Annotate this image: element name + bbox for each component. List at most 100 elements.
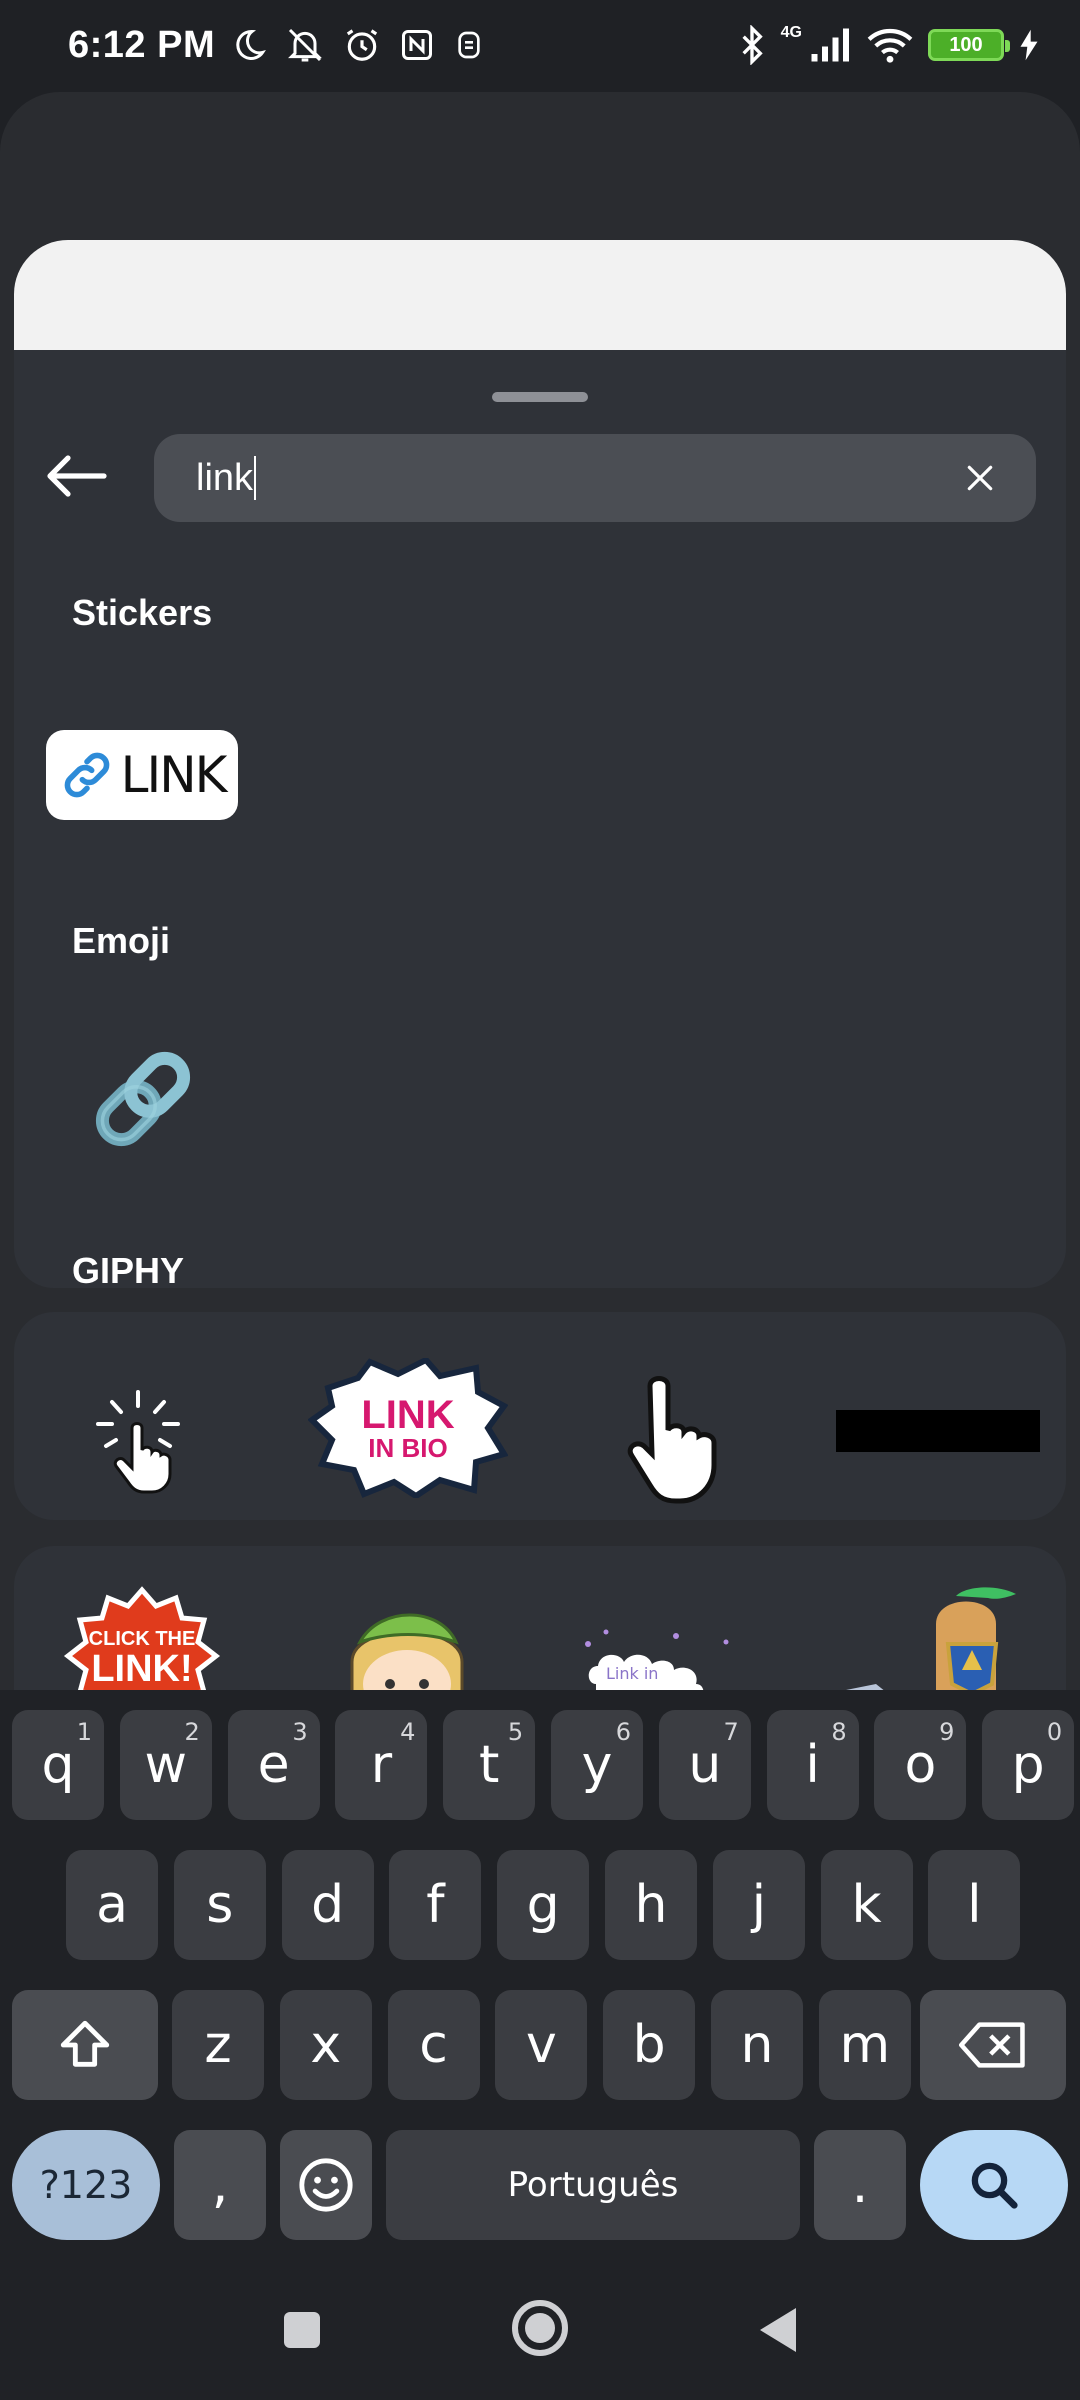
charging-icon	[1020, 29, 1038, 61]
key-s[interactable]: s	[173, 1850, 266, 1960]
backspace-key[interactable]	[920, 1990, 1066, 2100]
key-g[interactable]: g	[497, 1850, 590, 1960]
key-o[interactable]: o9	[874, 1710, 967, 1820]
key-v[interactable]: v	[495, 1990, 588, 2100]
link-in-cloud-gif[interactable]: Link in	[576, 1624, 756, 1690]
key-hint: 2	[184, 1718, 200, 1746]
link-sticker[interactable]: LINK	[46, 730, 238, 820]
home-button[interactable]	[508, 2296, 572, 2360]
key-e-label: e	[257, 1735, 290, 1795]
key-u[interactable]: u7	[658, 1710, 751, 1820]
key-i-label: i	[805, 1735, 820, 1795]
key-n-label: n	[740, 2015, 774, 2075]
space-key[interactable]: Português	[386, 2130, 800, 2240]
key-k[interactable]: k	[820, 1850, 913, 1960]
link-sticker-label: LINK	[120, 746, 228, 804]
space-key-label: Português	[507, 2165, 679, 2205]
back-arrow-icon	[47, 455, 107, 497]
home-circle-icon	[512, 2300, 568, 2356]
emoji-key[interactable]	[280, 2130, 372, 2240]
symbols-key[interactable]: ?123	[12, 2130, 160, 2240]
key-d[interactable]: d	[281, 1850, 374, 1960]
key-t-label: t	[478, 1735, 500, 1795]
key-i[interactable]: i8	[766, 1710, 859, 1820]
period-key[interactable]: .	[814, 2130, 906, 2240]
key-l-label: l	[967, 1875, 982, 1935]
link-emoji[interactable]	[84, 1040, 202, 1158]
recents-button[interactable]	[272, 2300, 332, 2360]
key-z-label: z	[204, 2015, 232, 2075]
back-button[interactable]	[40, 440, 112, 512]
key-p[interactable]: p0	[982, 1710, 1075, 1820]
key-a[interactable]: a	[66, 1850, 158, 1960]
key-hint: 6	[615, 1718, 631, 1746]
key-y[interactable]: y6	[551, 1710, 643, 1820]
key-w[interactable]: w2	[119, 1710, 212, 1820]
key-c-label: c	[419, 2015, 448, 2075]
search-query: link	[196, 456, 254, 499]
back-nav-button[interactable]	[748, 2300, 808, 2360]
period-key-label: .	[851, 2155, 869, 2215]
key-z[interactable]: z	[172, 1990, 264, 2100]
key-m[interactable]: m	[818, 1990, 911, 2100]
key-hint: 9	[939, 1718, 955, 1746]
link-in-bio-line2: IN BIO	[368, 1433, 448, 1463]
status-left: 6:12 PM	[68, 24, 485, 67]
close-icon	[967, 465, 993, 491]
key-hint: 3	[292, 1718, 308, 1746]
key-a-label: a	[96, 1875, 128, 1935]
backspace-icon	[959, 2022, 1025, 2068]
key-hint: 0	[1046, 1718, 1063, 1746]
chain-link-icon	[64, 752, 109, 798]
key-c[interactable]: c	[387, 1990, 480, 2100]
key-d-label: d	[311, 1875, 345, 1935]
search-input[interactable]: link	[154, 434, 1036, 522]
shift-key[interactable]	[12, 1990, 158, 2100]
key-b[interactable]: b	[603, 1990, 696, 2100]
link-in-bio-gif[interactable]: LINK IN BIO	[307, 1356, 509, 1500]
key-m-label: m	[839, 2015, 891, 2075]
doge-link-gif[interactable]	[836, 1584, 1036, 1690]
search-icon	[971, 2162, 1018, 2209]
keyboard: q 1 w 2 e 3 r 4 t 5 y 6 u 7 i 8 o 9 p 0 a s d f g h j k l z x c v b n m ?123…	[0, 1690, 1080, 2260]
key-hint: 4	[400, 1718, 416, 1746]
status-bar: 6:12 PM 4G 100	[0, 0, 1080, 90]
zelda-link-gif[interactable]	[332, 1602, 482, 1690]
comma-key[interactable]: ,	[174, 2130, 266, 2240]
drag-handle[interactable]	[492, 392, 588, 402]
key-j[interactable]: j	[712, 1850, 805, 1960]
network-label: 4G	[780, 24, 802, 41]
key-x[interactable]: x	[279, 1990, 372, 2100]
key-w-label: w	[144, 1735, 188, 1795]
key-h[interactable]: h	[605, 1850, 697, 1960]
click-the-link-gif[interactable]: CLICK THE LINK!	[62, 1586, 222, 1690]
key-s-label: s	[206, 1875, 234, 1935]
search-key[interactable]	[920, 2130, 1068, 2240]
clear-search-button[interactable]	[958, 456, 1002, 500]
clicking-hand-icon	[96, 1390, 180, 1494]
doge-icon	[846, 1587, 1016, 1690]
key-r[interactable]: r4	[335, 1710, 428, 1820]
triangle-back-icon	[760, 2308, 796, 2352]
key-q[interactable]: q1	[12, 1710, 104, 1820]
key-o-label: o	[904, 1735, 937, 1795]
key-f[interactable]: f	[389, 1850, 482, 1960]
key-e[interactable]: e3	[227, 1710, 320, 1820]
square-icon	[284, 2312, 320, 2348]
key-n[interactable]: n	[711, 1990, 803, 2100]
black-bar-gif[interactable]	[836, 1410, 1040, 1452]
key-f-label: f	[426, 1875, 445, 1935]
battery-icon: 100	[928, 29, 1010, 61]
key-l[interactable]: l	[928, 1850, 1021, 1960]
key-v-label: v	[526, 2015, 557, 2075]
click-sparkle-gif[interactable]	[88, 1388, 188, 1498]
status-time: 6:12 PM	[68, 23, 216, 66]
app-icon	[458, 31, 480, 59]
wifi-icon	[867, 28, 913, 63]
cartoon-character-icon	[350, 1613, 464, 1690]
shift-icon	[60, 2020, 110, 2067]
pointing-hand-gif[interactable]	[620, 1376, 740, 1506]
bluetooth-icon	[742, 25, 763, 65]
click-the-link-line2: LINK!	[91, 1648, 193, 1690]
key-t[interactable]: t5	[443, 1710, 536, 1820]
